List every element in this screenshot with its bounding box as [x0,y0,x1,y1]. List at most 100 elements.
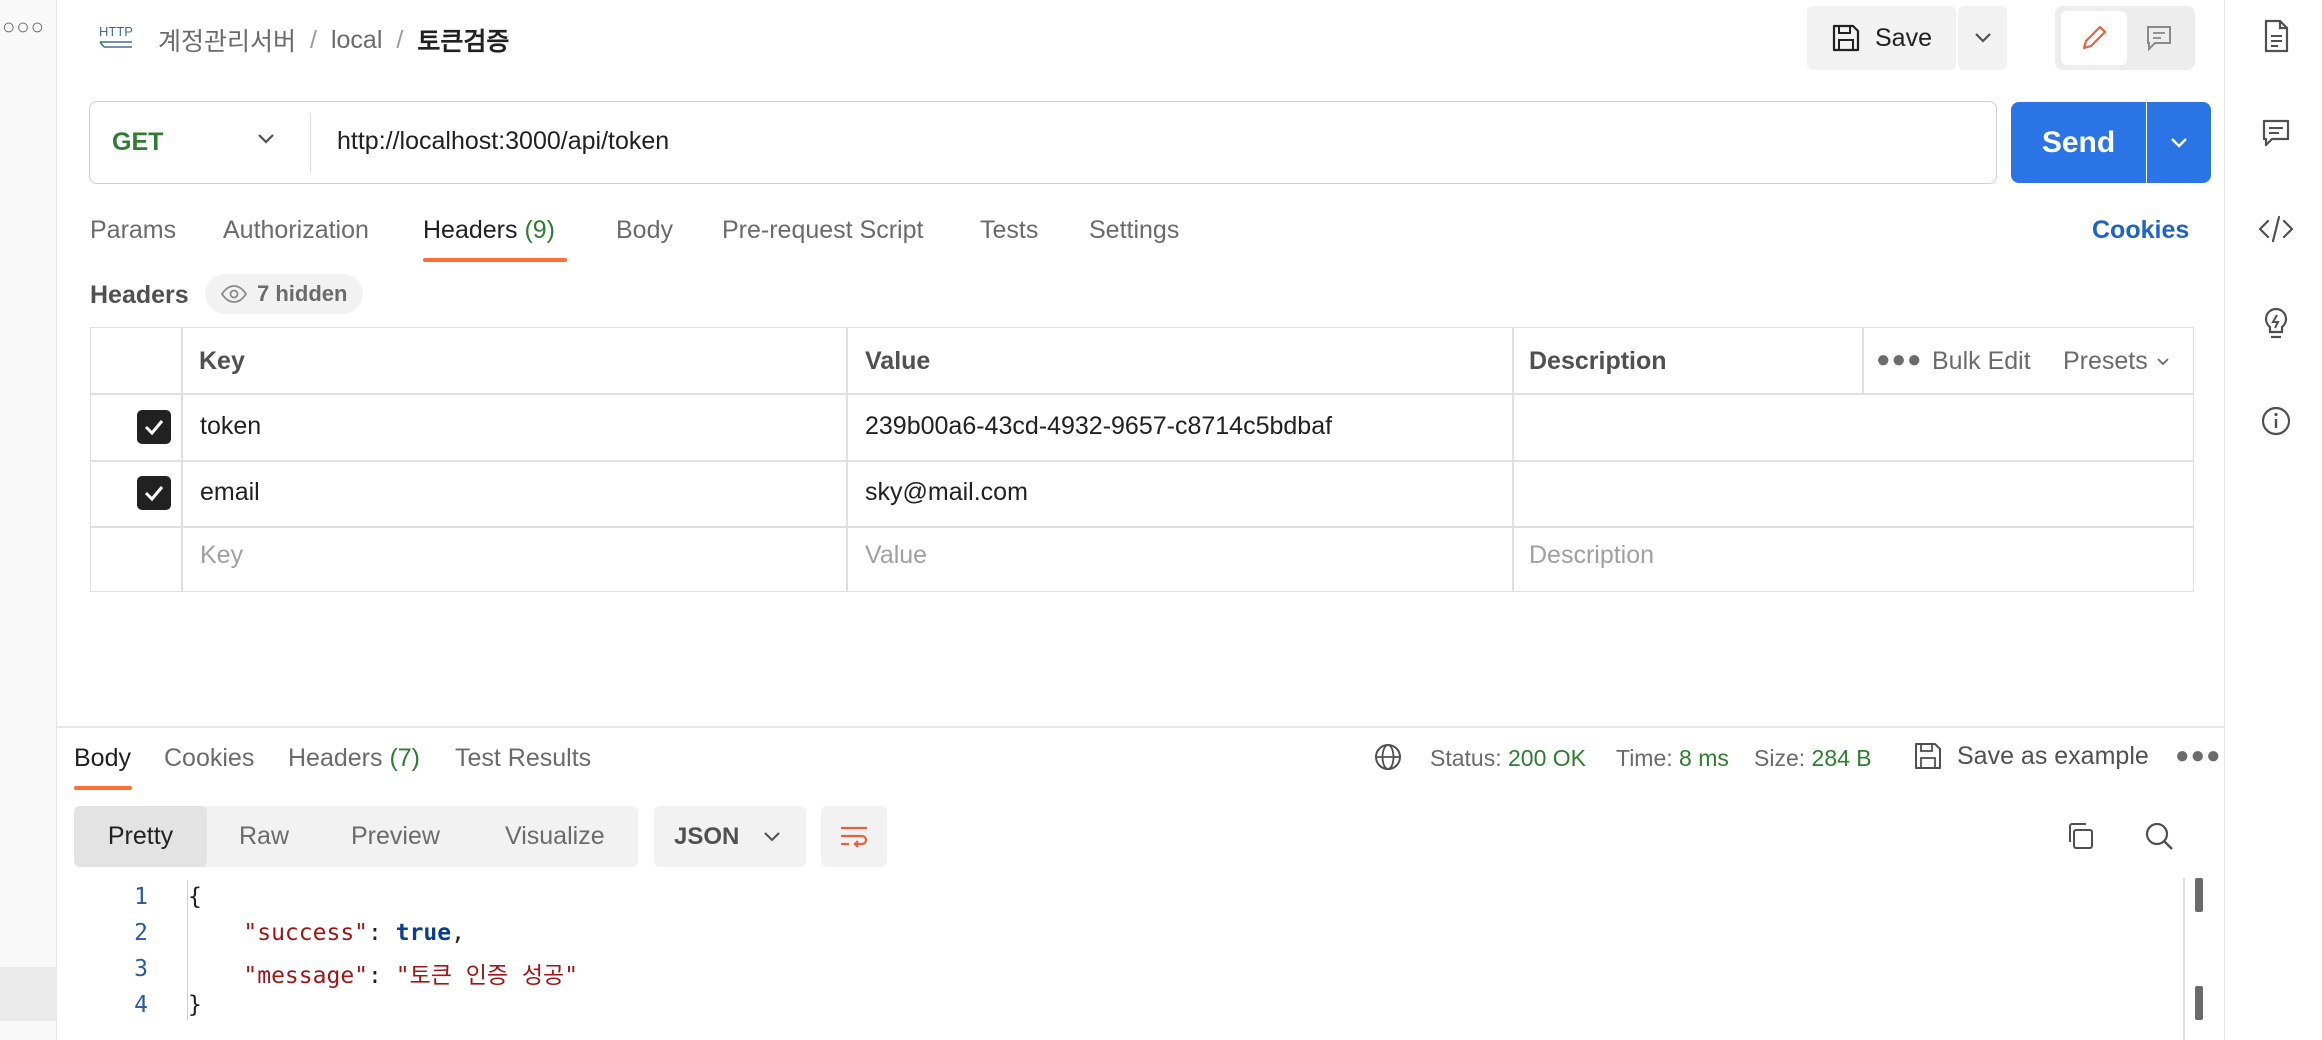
response-pane-divider[interactable] [57,726,2224,728]
size-value: 284 B [1811,745,1872,771]
more-options-icon[interactable]: ●●● [2175,742,2222,770]
response-size[interactable]: Size: 284 B [1754,745,1872,772]
right-sidebar [2224,0,2322,1040]
eye-icon [221,285,247,303]
language-select[interactable]: JSON [654,806,806,867]
breadcrumb: 계정관리서버 / local / 토큰검증 [158,22,509,58]
json-value: "토큰 인증 성공" [395,963,579,989]
format-preview-button[interactable]: Preview [351,822,440,851]
tab-headers-count: (9) [524,216,556,244]
code-line[interactable]: "success": true, [188,920,465,946]
column-header-description: Description [1529,347,1667,375]
format-pretty-button[interactable]: Pretty [74,806,207,867]
code-line[interactable]: "message": "토큰 인증 성공" [188,956,578,990]
response-tab-headers-label: Headers [288,744,383,772]
chevron-down-icon[interactable] [256,132,276,151]
copy-icon[interactable] [2064,820,2096,857]
chevron-down-icon [2157,357,2169,365]
breadcrumb-folder[interactable]: local [331,26,382,55]
tab-pre-request-script[interactable]: Pre-request Script [722,216,923,245]
wrap-lines-button[interactable] [821,806,887,867]
response-tab-headers-count: (7) [389,744,421,772]
line-number: 1 [134,884,148,910]
comment-icon [2147,26,2171,52]
response-tab-body[interactable]: Body [74,744,131,773]
breadcrumb-separator: / [396,25,404,54]
response-time[interactable]: Time: 8 ms [1616,745,1729,772]
header-value-cell[interactable]: 239b00a6-43cd-4932-9657-c8714c5bdbaf [865,412,1332,441]
status-label: Status: [1430,745,1502,771]
response-tab-cookies[interactable]: Cookies [164,744,254,773]
active-tab-indicator [74,786,132,790]
more-options-icon[interactable]: ●●● [1876,346,1923,374]
save-button[interactable]: Save [1807,6,1956,70]
code-line[interactable]: { [188,884,202,910]
send-button[interactable]: Send [2011,102,2146,183]
table-divider [90,393,2194,395]
tab-authorization[interactable]: Authorization [223,216,369,245]
lightbulb-icon[interactable] [2258,306,2294,342]
bulk-edit-button[interactable]: Bulk Edit [1932,347,2031,376]
response-status[interactable]: Status: 200 OK [1430,745,1586,772]
header-enabled-checkbox[interactable] [137,476,171,510]
breadcrumb-request-name[interactable]: 토큰검증 [417,22,509,58]
edit-mode-button[interactable] [2061,11,2127,65]
scrollbar-track[interactable] [2183,878,2185,1040]
new-header-value-input[interactable]: Value [865,541,927,570]
format-visualize-button[interactable]: Visualize [505,822,605,851]
code-line[interactable]: } [188,992,202,1018]
new-header-key-input[interactable]: Key [200,541,243,570]
save-as-example-button[interactable]: Save as example [1913,741,2149,771]
info-icon[interactable] [2258,403,2294,439]
breadcrumb-separator: / [310,25,317,54]
active-tab-indicator [423,258,567,262]
http-icon-text: HTTP [99,24,133,39]
tab-params[interactable]: Params [90,216,176,245]
left-sidebar-selected-item[interactable] [0,967,57,1021]
pencil-icon [2082,25,2107,50]
json-brace: { [188,884,202,910]
response-tab-headers[interactable]: Headers (7) [288,744,420,773]
json-value: true [395,920,452,946]
comments-icon[interactable] [2258,115,2294,151]
comment-mode-button[interactable] [2128,11,2190,65]
scrollbar-marker[interactable] [2195,878,2203,912]
send-options-dropdown[interactable] [2147,102,2211,183]
tab-tests[interactable]: Tests [980,216,1038,245]
scrollbar-marker[interactable] [2195,986,2203,1020]
column-divider [846,327,848,592]
json-key: "success" [243,920,369,946]
globe-icon[interactable] [1373,742,1403,777]
header-key-cell[interactable]: email [200,478,260,507]
code-snippet-icon[interactable] [2258,211,2294,247]
more-options-icon[interactable]: ○○○ [2,14,45,40]
http-request-icon: HTTP [96,20,136,54]
column-divider [181,327,183,592]
http-method-select[interactable]: GET [112,128,163,157]
breadcrumb-collection[interactable]: 계정관리서버 [158,22,296,58]
url-input[interactable]: http://localhost:3000/api/token [337,127,669,156]
status-value: 200 OK [1508,745,1586,771]
tab-headers[interactable]: Headers (9) [423,216,555,245]
tab-body[interactable]: Body [616,216,673,245]
save-as-example-label: Save as example [1957,741,2149,770]
header-value-cell[interactable]: sky@mail.com [865,478,1028,507]
new-header-description-input[interactable]: Description [1529,541,1654,570]
tab-settings[interactable]: Settings [1089,216,1179,245]
header-key-cell[interactable]: token [200,412,261,441]
line-number: 4 [134,992,148,1018]
format-raw-button[interactable]: Raw [239,822,289,851]
response-tab-test-results[interactable]: Test Results [455,744,591,773]
presets-dropdown[interactable]: Presets [2063,347,2170,376]
documentation-icon[interactable] [2258,18,2294,54]
hidden-count-label: 7 hidden [257,281,348,306]
json-key: "message" [243,963,369,989]
header-enabled-checkbox[interactable] [137,410,171,444]
hidden-headers-toggle[interactable]: 7 hidden [205,274,364,314]
search-icon[interactable] [2143,820,2175,857]
save-options-dropdown[interactable] [1958,6,2007,70]
left-sidebar-strip [0,0,57,1040]
cookies-link[interactable]: Cookies [2092,216,2189,245]
column-header-key: Key [199,347,245,375]
headers-section-title: Headers [90,281,189,309]
